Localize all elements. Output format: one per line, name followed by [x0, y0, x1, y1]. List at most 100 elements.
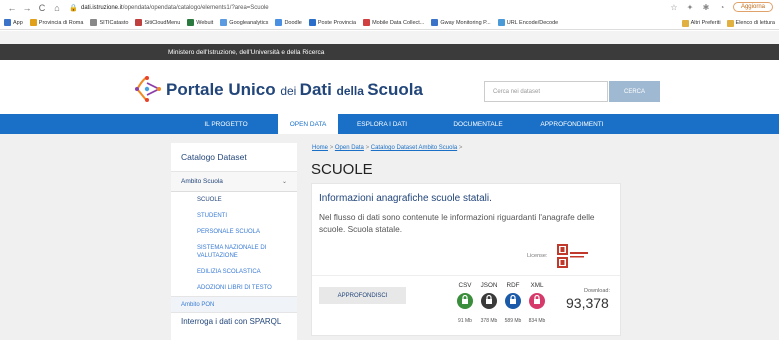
breadcrumb-home[interactable]: Home [312, 145, 328, 151]
sidebar-title: Catalogo Dataset [171, 143, 297, 172]
format-label-csv: CSV [458, 282, 472, 289]
bookmark-label: Provincia di Roma [38, 19, 84, 26]
nav-esplora-dati[interactable]: ESPLORA I DATI [346, 114, 418, 134]
sidebar-item-edilizia[interactable]: EDILIZIA SCOLASTICA [171, 264, 297, 280]
bookmark-icon [431, 19, 439, 26]
bookmark-label: Googleanalytics [229, 19, 269, 26]
download-count: 93,378 [566, 295, 609, 311]
sidebar-item-studenti[interactable]: STUDENTI [171, 208, 297, 224]
breadcrumb-open-data[interactable]: Open Data [335, 145, 364, 151]
bookmark-item[interactable]: URL Encode/Decode [497, 19, 559, 26]
license-label: License: [527, 253, 548, 259]
sidebar-item-personale-scuola[interactable]: PERSONALE SCUOLA [171, 224, 297, 240]
download-rdf-icon[interactable] [505, 293, 521, 309]
portal-logo-icon[interactable] [133, 75, 163, 103]
bookmark-item[interactable]: App [4, 19, 23, 26]
bookmark-label: Doodle [284, 19, 302, 26]
bookmark-item[interactable]: Googleanalytics [220, 19, 268, 26]
bookmark-item[interactable]: SITICatasto [90, 19, 128, 26]
bookmark-item[interactable]: SitiCloudMenu [135, 19, 180, 26]
page-title: SCUOLE [311, 161, 373, 178]
portal-title[interactable]: Portale Unico dei Dati della Scuola [166, 80, 423, 100]
star-icon[interactable]: ☆ [669, 2, 679, 12]
page-top-strip [0, 31, 779, 44]
address-bar[interactable]: dati.istruzione.it/opendata/opendata/cat… [81, 5, 269, 11]
chevron-down-icon: ⌄ [281, 179, 287, 185]
sidebar-section-ambito-scuola[interactable]: Ambito Scuola ⌄ [171, 172, 297, 192]
bookmark-icon [135, 19, 143, 26]
profile-icon[interactable]: ◔ [717, 2, 727, 12]
breadcrumb-catalogo[interactable]: Catalogo Dataset Ambito Scuola [371, 145, 457, 151]
bookmarks-right: Altri Preferiti Elenco di lettura [677, 16, 775, 29]
sidebar-item-libri-testo[interactable]: ADOZIONI LIBRI DI TESTO [171, 280, 297, 296]
bookmark-icon [308, 19, 316, 26]
breadcrumb-separator: > [365, 145, 370, 151]
iodl-license-logo-icon[interactable] [557, 244, 605, 270]
nav-documentale[interactable]: DOCUMENTALE [442, 114, 514, 134]
bookmark-label: Webuit [196, 19, 214, 26]
bookmark-folder[interactable]: Altri Preferiti [681, 19, 721, 27]
format-size-xml: 834 Mb [528, 318, 546, 324]
bookmark-icon [29, 19, 37, 26]
bookmark-icon [363, 19, 371, 26]
dataset-description: Nel flusso di dati sono contenute le inf… [319, 212, 595, 234]
download-xml-icon[interactable] [529, 293, 545, 309]
bookmark-icon [497, 19, 505, 26]
dataset-card: Informazioni anagrafiche scuole statali.… [311, 183, 621, 336]
download-label: Download: [584, 288, 610, 294]
card-divider [312, 275, 620, 276]
bookmark-icon [275, 19, 283, 26]
bookmark-item[interactable]: Webuit [187, 19, 213, 26]
folder-icon [681, 19, 689, 27]
sidebar-item-scuole[interactable]: SCUOLE [171, 192, 297, 208]
bookmark-label: Poste Provincia [317, 19, 357, 26]
nav-approfondimenti[interactable]: APPROFONDIMENTI [524, 114, 620, 134]
bookmark-item[interactable]: Poste Provincia [308, 19, 357, 26]
bookmark-folder[interactable]: Elenco di lettura [726, 19, 775, 27]
bookmark-item[interactable]: Gway Monitoring P... [431, 19, 491, 26]
back-icon[interactable]: ← [6, 2, 18, 14]
sidebar-item-valutazione[interactable]: SISTEMA NAZIONALE DI VALUTAZIONE [171, 240, 297, 264]
breadcrumb: Home > Open Data > Catalogo Dataset Ambi… [312, 145, 462, 151]
breadcrumb-separator: > [458, 145, 463, 151]
bookmark-icon [220, 19, 228, 26]
browser-toolbar: ← → C ⌂ 🔒 dati.istruzione.it/opendata/op… [0, 0, 779, 16]
bookmark-item[interactable]: Mobile Data Collect... [363, 19, 424, 26]
dataset-title: Informazioni anagrafiche scuole statali. [319, 193, 492, 204]
nav-il-progetto[interactable]: IL PROGETTO [186, 114, 266, 134]
update-button[interactable]: Aggiorna [732, 2, 773, 12]
sidebar-section-label: Ambito Scuola [181, 178, 223, 185]
puzzle-icon[interactable]: ✱ [701, 2, 711, 12]
sidebar-item-ambito-pon[interactable]: Ambito PON [171, 296, 297, 312]
site-header: Portale Unico dei Dati della Scuola Cerc… [0, 60, 779, 114]
home-icon[interactable]: ⌂ [51, 2, 63, 14]
forward-icon[interactable]: → [21, 2, 33, 14]
bookmark-icon [187, 19, 195, 26]
ministry-bar: Ministero dell'Istruzione, dell'Universi… [0, 44, 779, 60]
ministry-label: Ministero dell'Istruzione, dell'Universi… [168, 48, 325, 56]
download-csv-icon[interactable] [457, 293, 473, 309]
reload-icon[interactable]: C [36, 2, 48, 14]
format-label-rdf: RDF [506, 282, 520, 289]
bookmark-label: URL Encode/Decode [506, 19, 559, 26]
bookmark-item[interactable]: Doodle [275, 19, 302, 26]
search-button[interactable]: CERCA [609, 81, 660, 102]
bookmark-folder-label: Elenco di lettura [735, 20, 775, 26]
bookmarks-bar: App Provincia di Roma SITICatasto SitiCloud… [0, 16, 779, 30]
nav-open-data[interactable]: OPEN DATA [278, 114, 338, 134]
bookmark-label: SITICatasto [99, 19, 129, 26]
dataset-search-input[interactable]: Cerca nei dataset [484, 81, 608, 102]
format-label-json: JSON [480, 282, 498, 289]
catalog-sidebar: Catalogo Dataset Ambito Scuola ⌄ SCUOLE … [171, 143, 297, 340]
download-json-icon[interactable] [481, 293, 497, 309]
sidebar-item-sparql[interactable]: Interroga i dati con SPARQL [171, 312, 297, 329]
bookmark-folder-label: Altri Preferiti [690, 20, 721, 26]
approfondisci-button[interactable]: APPROFONDISCI [319, 287, 406, 304]
main-nav: IL PROGETTO OPEN DATA ESPLORA I DATI DOC… [0, 114, 779, 134]
bookmark-label: Mobile Data Collect... [372, 19, 425, 26]
extension-icon[interactable]: ✦ [685, 2, 695, 12]
bookmark-label: SitiCloudMenu [144, 19, 181, 26]
format-label-xml: XML [530, 282, 544, 289]
bookmark-item[interactable]: Provincia di Roma [29, 19, 84, 26]
bookmark-icon [90, 19, 98, 26]
